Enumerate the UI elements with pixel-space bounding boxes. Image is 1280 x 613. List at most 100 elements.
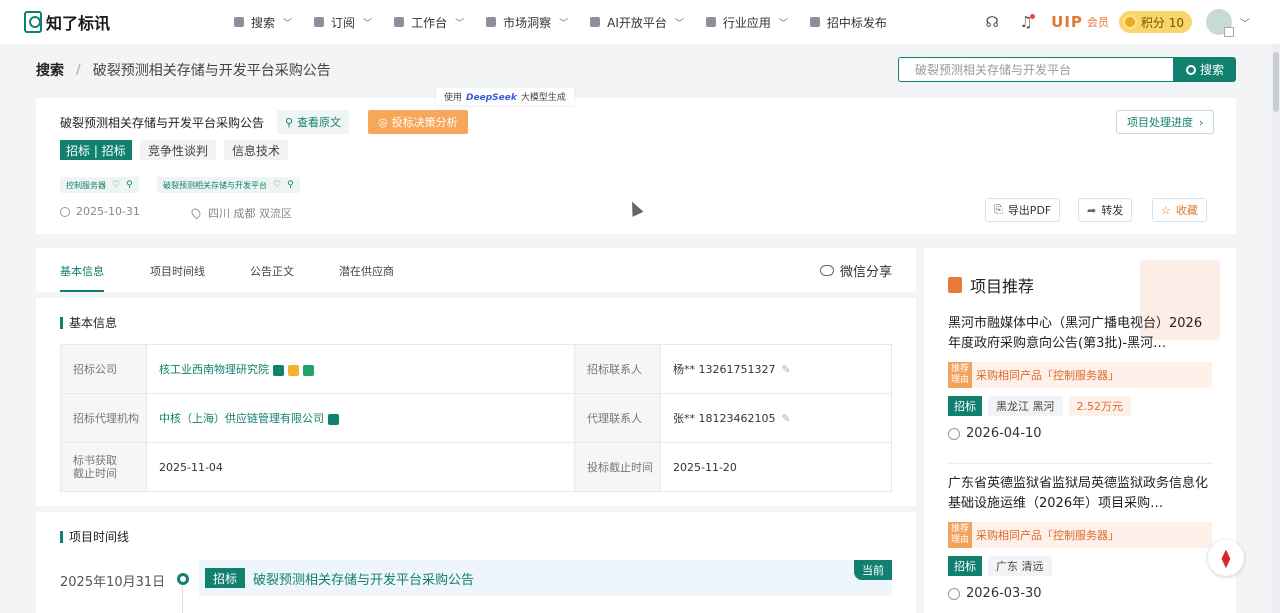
recommend-item-title[interactable]: 黑河市融媒体中心（黑河广播电视台）2026年度政府采购意向公告(第3批)-黑河… <box>948 314 1212 354</box>
search-icon[interactable]: ⚲ <box>126 180 133 190</box>
wechat-share-button[interactable]: 微信分享 <box>819 261 892 280</box>
timeline-item-title[interactable]: 破裂预测相关存储与开发平台采购公告 <box>253 569 474 588</box>
recommend-tags: 招标 广东 清远 <box>948 556 1212 576</box>
section-title: 项目时间线 <box>60 528 129 545</box>
monitor-icon <box>486 17 497 27</box>
recommend-item[interactable]: 黑河市融媒体中心（黑河广播电视台）2026年度政府采购意向公告(第3批)-黑河…… <box>948 314 1212 441</box>
tooltip-suffix: 大模型生成 <box>520 93 566 103</box>
value-cell: 2025-11-04 <box>146 442 575 492</box>
value-cell: 中核（上海）供应链管理有限公司 <box>146 393 575 443</box>
nav-label: 搜索 <box>251 15 276 30</box>
search-input[interactable] <box>898 57 1174 82</box>
nav-label: 市场洞察 <box>503 15 552 30</box>
vip-logo[interactable]: UIP <box>1051 13 1083 31</box>
tab-notice-body[interactable]: 公告正文 <box>250 263 294 279</box>
detail-tabs: 基本信息 项目时间线 公告正文 潜在供应商 微信分享 <box>36 248 916 292</box>
nav-label: 工作台 <box>411 15 448 30</box>
nav-item-workbench[interactable]: 工作台 ﹀ <box>394 14 464 31</box>
avatar[interactable] <box>1206 9 1234 37</box>
agency-link[interactable]: 中核（上海）供应链管理有限公司 <box>159 412 324 425</box>
label-cell: 投标截止时间 <box>574 442 661 492</box>
nav-label: 行业应用 <box>722 15 771 30</box>
search-button[interactable]: 搜索 <box>1174 57 1236 82</box>
edit-icon[interactable]: ✎ <box>781 363 790 376</box>
pdf-float-icon[interactable]: ⧫ <box>1208 540 1244 576</box>
logo[interactable]: 知了标讯 <box>24 10 194 34</box>
points-badge[interactable]: 积分 10 <box>1118 11 1192 33</box>
nav-item-ai-platform[interactable]: AI开放平台 ﹀ <box>590 14 684 31</box>
headset-icon[interactable]: ☊ <box>983 13 1001 31</box>
project-progress-button[interactable]: 项目处理进度 › <box>1116 110 1215 134</box>
recommend-item-title[interactable]: 广东省英德监狱省监狱局英德监狱政务信息化基础设施运维（2026年）项目采购… <box>948 474 1212 514</box>
announcement-title: 破裂预测相关存储与开发平台采购公告 <box>60 116 265 130</box>
company-badge-icon[interactable] <box>288 364 299 376</box>
bell-icon[interactable]: ♫ <box>1017 13 1036 31</box>
nav-item-publish[interactable]: 招中标发布 <box>809 14 887 31</box>
logo-text: 知了标讯 <box>46 14 111 33</box>
company-badge-icon[interactable] <box>303 364 314 376</box>
project-recommend-panel: 项目推荐 黑河市融媒体中心（黑河广播电视台）2026年度政府采购意向公告(第3批… <box>924 248 1236 613</box>
company-badge-icon[interactable] <box>273 364 284 376</box>
nav-label: 订阅 <box>331 15 356 30</box>
recommend-item[interactable]: 广东省英德监狱省监狱局英德监狱政务信息化基础设施运维（2026年）项目采购… 推… <box>948 474 1212 601</box>
bid-analysis-button[interactable]: ◎ 投标决策分析 <box>368 110 468 134</box>
nav-item-market[interactable]: 市场洞察 ﹀ <box>486 14 568 31</box>
active-tab-indicator <box>60 290 104 292</box>
nav-item-industry[interactable]: 行业应用 ﹀ <box>705 14 788 31</box>
label-cell: 招标公司 <box>60 344 147 394</box>
recommend-date-text: 2026-03-30 <box>966 586 1042 601</box>
scrollbar[interactable] <box>1272 44 1280 613</box>
nav-item-subscribe[interactable]: 订阅 ﹀ <box>314 14 372 31</box>
view-source-label: 查看原文 <box>297 116 342 129</box>
timeline-item[interactable]: 招标 破裂预测相关存储与开发平台采购公告 当前 <box>199 560 892 596</box>
value-cell: 2025-11-20 <box>660 442 892 492</box>
keyword-tag[interactable]: 控制服务器 ♡ ⚲ <box>60 177 139 193</box>
table-row: 招标公司 核工业西南物理研究院 招标联系人 杨** 13261751327 ✎ <box>60 344 892 394</box>
label-cell: 标书获取 截止时间 <box>60 442 147 492</box>
chevron-down-icon: ﹀ <box>455 18 465 29</box>
reason-text: 采购相同产品「控制服务器」 <box>976 529 1119 542</box>
company-badge-icon[interactable] <box>328 413 339 425</box>
heart-icon[interactable]: ♡ <box>112 180 120 190</box>
timeline-tag: 招标 <box>205 568 246 588</box>
chevron-right-icon: › <box>1199 115 1204 129</box>
table-row: 招标代理机构 中核（上海）供应链管理有限公司 代理联系人 张** 1812346… <box>60 393 892 443</box>
breadcrumb-root[interactable]: 搜索 <box>36 60 64 80</box>
table-row: 标书获取 截止时间 2025-11-04 投标截止时间 2025-11-20 <box>60 442 892 492</box>
recommend-reason: 推荐理由 采购相同产品「控制服务器」 <box>948 522 1212 548</box>
chevron-down-icon[interactable]: ﹀ <box>1240 15 1250 30</box>
heart-icon[interactable]: ♡ <box>273 180 281 190</box>
forward-label: 转发 <box>1101 204 1124 217</box>
wechat-share-label: 微信分享 <box>839 265 892 280</box>
tender-company-link[interactable]: 核工业西南物理研究院 <box>159 363 269 376</box>
keyword-tag[interactable]: 破裂预测相关存储与开发平台 ♡ ⚲ <box>157 177 300 193</box>
clock-icon <box>60 206 70 217</box>
edit-icon[interactable]: ✎ <box>781 412 790 425</box>
analysis-icon: ◎ <box>378 115 388 129</box>
type-tag: 招标 <box>948 396 982 416</box>
timeline-dot <box>177 573 189 585</box>
vip-label[interactable]: 会员 <box>1087 14 1109 30</box>
link-icon: ⚲ <box>285 115 294 129</box>
chevron-down-icon: ﹀ <box>283 18 293 29</box>
current-badge: 当前 <box>854 560 892 580</box>
notification-dot <box>1030 14 1036 19</box>
value-cell: 核工业西南物理研究院 <box>146 344 575 394</box>
tab-basic-info[interactable]: 基本信息 <box>60 263 104 279</box>
type-tag: 招标 <box>948 556 982 576</box>
nav-item-search[interactable]: 搜索 ﹀ <box>234 14 292 31</box>
nav-label: 招中标发布 <box>826 15 887 30</box>
location-pin-icon <box>189 206 203 220</box>
export-pdf-button[interactable]: ⎘ 导出PDF <box>985 198 1061 222</box>
favorite-button[interactable]: ☆ 收藏 <box>1152 198 1207 222</box>
view-source-button[interactable]: ⚲ 查看原文 <box>277 110 350 134</box>
flag-icon <box>948 277 962 293</box>
tooltip-prefix: 使用 <box>444 93 463 103</box>
scrollbar-thumb[interactable] <box>1273 52 1279 112</box>
send-icon <box>809 17 820 27</box>
keyword-label: 控制服务器 <box>66 180 106 190</box>
search-icon[interactable]: ⚲ <box>287 180 294 190</box>
tab-timeline[interactable]: 项目时间线 <box>150 263 205 279</box>
tab-suppliers[interactable]: 潜在供应商 <box>339 263 394 279</box>
forward-button[interactable]: ➦ 转发 <box>1078 198 1133 222</box>
